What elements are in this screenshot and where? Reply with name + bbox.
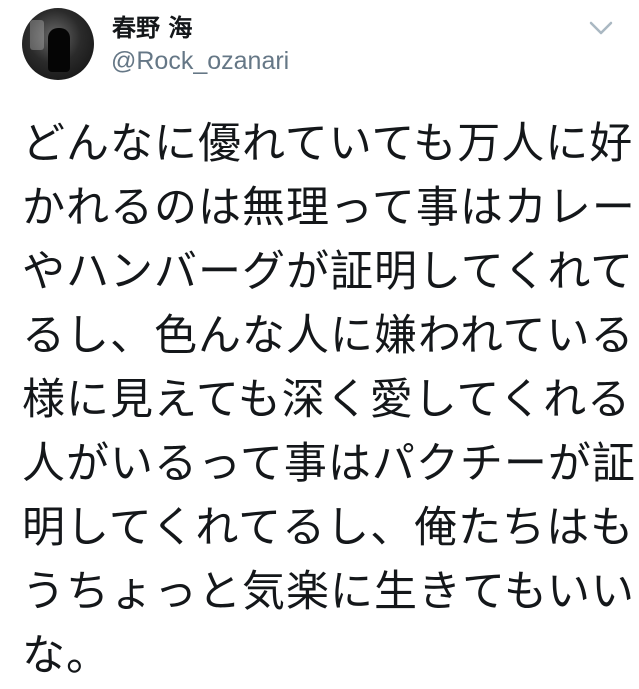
tweet-card: 春野 海 @Rock_ozanari どんなに優れていても万人に好 かれるのは無… bbox=[0, 0, 639, 689]
tweet-text: どんなに優れていても万人に好 かれるのは無理って事はカレー やハンバーグが証明し… bbox=[22, 112, 636, 688]
tweet-text-line: 人がいるって事はパクチーが証 bbox=[22, 439, 636, 489]
avatar-background-light bbox=[30, 20, 44, 50]
tweet-text-line: どんなに優れていても万人に好 bbox=[22, 119, 634, 169]
tweet-text-line: な。 bbox=[22, 631, 110, 681]
avatar-figure bbox=[48, 28, 70, 72]
tweet-text-line: るし、色んな人に嫌われている bbox=[22, 311, 635, 361]
user-handle[interactable]: @Rock_ozanari bbox=[111, 46, 289, 76]
tweet-text-line: かれるのは無理って事はカレー bbox=[22, 183, 636, 233]
tweet-text-line: うちょっと気楽に生きてもいい bbox=[22, 567, 635, 617]
display-name[interactable]: 春野 海 bbox=[112, 14, 192, 42]
chevron-down-icon[interactable] bbox=[588, 18, 614, 38]
avatar[interactable] bbox=[22, 8, 94, 80]
tweet-text-line: 明してくれてるし、俺たちはも bbox=[22, 503, 635, 553]
tweet-text-line: 様に見えても深く愛してくれる bbox=[22, 375, 632, 425]
tweet-text-line: やハンバーグが証明してくれて bbox=[22, 247, 635, 297]
